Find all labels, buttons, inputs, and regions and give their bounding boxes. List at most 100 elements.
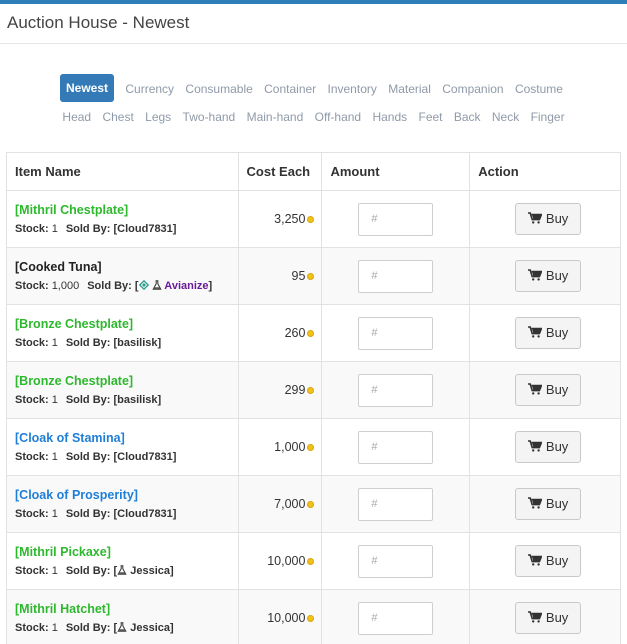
amount-cell (321, 418, 471, 476)
item-cell: [Mithril Hatchet] Stock: 1 Sold By: [ Jess… (6, 589, 239, 644)
cost-value: 95 (291, 269, 306, 283)
seller-name[interactable]: [Cloud7831] (114, 508, 177, 520)
gold-coin-icon (307, 558, 315, 565)
seller-name[interactable]: Jessica (130, 622, 170, 634)
stock-label: Stock: (15, 394, 49, 406)
stock-label: Stock: (15, 223, 49, 235)
tab-feet[interactable]: Feet (418, 110, 442, 124)
action-cell: Buy (469, 190, 621, 248)
cost-value: 3,250 (274, 212, 306, 226)
cost-value: 299 (284, 383, 306, 397)
seller-name[interactable]: Jessica (130, 565, 170, 577)
header-amount: Amount (321, 152, 471, 191)
seller-name[interactable]: [Cloud7831] (114, 223, 177, 235)
tab-off-hand[interactable]: Off-hand (315, 110, 361, 124)
item-cell: [Bronze Chestplate] Stock: 1 Sold By: [bas… (6, 304, 239, 362)
tab-two-hand[interactable]: Two-hand (183, 110, 236, 124)
tab-consumable[interactable]: Consumable (185, 82, 252, 96)
gold-coin-icon (307, 501, 315, 508)
amount-input[interactable] (358, 544, 434, 578)
header-cost-each: Cost Each (237, 152, 323, 191)
seller-name[interactable]: [basilisk] (114, 337, 162, 349)
action-cell: Buy (469, 247, 621, 305)
amount-input[interactable] (358, 202, 434, 236)
stock-value: 1,000 (51, 280, 80, 292)
tab-hands[interactable]: Hands (372, 110, 407, 124)
tab-chest[interactable]: Chest (102, 110, 133, 124)
stock-label: Stock: (15, 280, 49, 292)
cost-value: 10,000 (267, 554, 306, 568)
seller-name[interactable]: [basilisk] (114, 394, 162, 406)
stock-label: Stock: (15, 622, 49, 634)
buy-button[interactable]: Buy (515, 203, 582, 235)
gold-coin-icon (307, 444, 315, 451)
cost-value: 10,000 (267, 611, 306, 625)
buy-button[interactable]: Buy (515, 488, 582, 520)
table-row: [Cloak of Stamina] Stock: 1 Sold By: [Clou… (6, 418, 621, 476)
amount-cell (321, 475, 471, 533)
tab-companion[interactable]: Companion (442, 82, 503, 96)
amount-input[interactable] (358, 259, 434, 293)
buy-button[interactable]: Buy (515, 545, 582, 577)
buy-label: Buy (545, 211, 569, 226)
shopping-cart-icon (527, 376, 543, 395)
stock-value: 1 (51, 622, 58, 634)
seller-bracket-close: ] (170, 622, 174, 634)
seller-bracket-close: ] (170, 565, 174, 577)
tab-inventory[interactable]: Inventory (328, 82, 377, 96)
seller-name[interactable]: Avianize (164, 280, 208, 292)
amount-input[interactable] (358, 373, 434, 407)
table-row: [Cooked Tuna] Stock: 1,000 Sold By: [ Avia… (6, 247, 621, 305)
stock-value: 1 (51, 565, 58, 577)
tab-material[interactable]: Material (388, 82, 431, 96)
sold-by-label: Sold By: (65, 508, 111, 520)
tab-neck[interactable]: Neck (492, 110, 519, 124)
buy-button[interactable]: Buy (515, 374, 582, 406)
tab-currency[interactable]: Currency (125, 82, 174, 96)
buy-button[interactable]: Buy (515, 602, 582, 634)
gold-coin-icon (307, 387, 315, 394)
gold-coin-icon (307, 615, 315, 622)
sold-by-label: Sold By: (65, 223, 111, 235)
item-name-link[interactable]: [Mithril Hatchet] (15, 602, 238, 616)
tab-legs[interactable]: Legs (145, 110, 171, 124)
item-name-link[interactable]: [Mithril Pickaxe] (15, 545, 238, 559)
tab-costume[interactable]: Costume (515, 82, 563, 96)
action-cell: Buy (469, 304, 621, 362)
buy-button[interactable]: Buy (515, 431, 582, 463)
amount-input[interactable] (358, 487, 434, 521)
shopping-cart-icon (527, 319, 543, 338)
tab-main-hand[interactable]: Main-hand (247, 110, 304, 124)
table-row: [Bronze Chestplate] Stock: 1 Sold By: [bas… (6, 304, 621, 362)
amount-input[interactable] (358, 430, 434, 464)
amount-cell (321, 361, 471, 419)
buy-button[interactable]: Buy (515, 260, 582, 292)
item-name-link[interactable]: [Mithril Chestplate] (15, 203, 238, 217)
buy-button[interactable]: Buy (515, 317, 582, 349)
header-action: Action (469, 152, 621, 191)
item-name-link[interactable]: [Cooked Tuna] (15, 260, 238, 274)
cost-cell: 260 (237, 304, 323, 362)
sold-by-label: Sold By: (65, 451, 111, 463)
table-row: [Cloak of Prosperity] Stock: 1 Sold By: [C… (6, 475, 621, 533)
tab-head[interactable]: Head (62, 110, 91, 124)
stock-value: 1 (51, 223, 58, 235)
stock-value: 1 (51, 451, 58, 463)
tab-newest[interactable]: Newest (60, 74, 115, 102)
tab-back[interactable]: Back (454, 110, 481, 124)
tab-container[interactable]: Container (264, 82, 316, 96)
page-title: Auction House - Newest (7, 13, 190, 32)
item-meta: Stock: 1,000 Sold By: [ Avianize] (15, 279, 238, 292)
stock-value: 1 (51, 508, 58, 520)
seller-name[interactable]: [Cloud7831] (114, 451, 177, 463)
item-name-link[interactable]: [Cloak of Prosperity] (15, 488, 238, 502)
amount-input[interactable] (358, 316, 434, 350)
item-name-link[interactable]: [Bronze Chestplate] (15, 374, 238, 388)
tab-finger[interactable]: Finger (531, 110, 565, 124)
table-row: [Mithril Hatchet] Stock: 1 Sold By: [ Jess… (6, 589, 621, 644)
item-name-link[interactable]: [Cloak of Stamina] (15, 431, 238, 445)
item-meta: Stock: 1 Sold By: [ Jessica] (15, 565, 238, 577)
amount-input[interactable] (358, 601, 434, 635)
gold-coin-icon (307, 273, 315, 280)
item-name-link[interactable]: [Bronze Chestplate] (15, 317, 238, 331)
